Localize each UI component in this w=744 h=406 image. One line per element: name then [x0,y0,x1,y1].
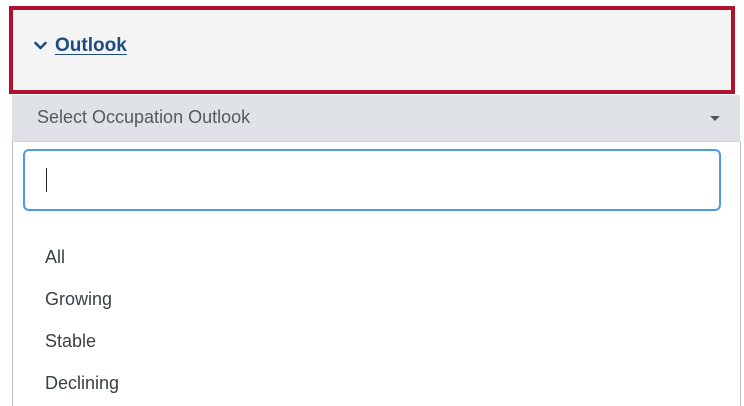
dropdown-search-input[interactable] [23,149,721,211]
text-cursor [46,168,47,192]
outlook-accordion-toggle[interactable]: Outlook [34,35,127,57]
caret-down-icon [710,116,720,121]
option-stable[interactable]: Stable [13,319,740,363]
option-list: All Growing Stable Declining [13,237,740,405]
chevron-down-icon [34,41,47,50]
select-placeholder: Select Occupation Outlook [37,107,251,127]
outlook-filter: Outlook Select Occupation Outlook All Gro… [0,0,744,406]
option-declining[interactable]: Declining [13,361,740,405]
option-growing[interactable]: Growing [13,277,740,321]
select-dropdown: All Growing Stable Declining [12,142,741,406]
occupation-outlook-select[interactable]: Select Occupation Outlook [12,95,740,142]
option-all[interactable]: All [13,235,740,279]
outlook-accordion-header: Outlook [9,6,735,94]
outlook-accordion-title[interactable]: Outlook [55,35,127,57]
